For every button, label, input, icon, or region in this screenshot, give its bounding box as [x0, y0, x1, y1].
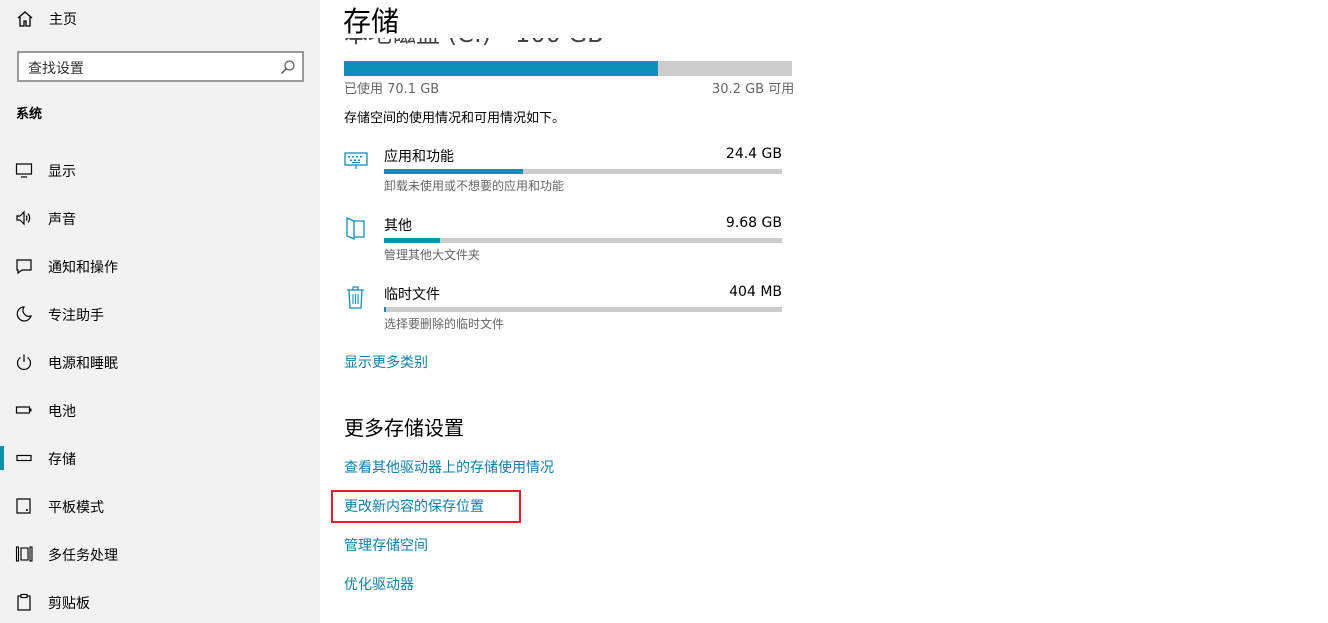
- category-name: 临时文件: [384, 287, 440, 303]
- sidebar-item-power-sleep[interactable]: 电源和睡眠: [0, 347, 320, 377]
- category-name: 应用和功能: [384, 149, 454, 165]
- home-label: 主页: [49, 12, 77, 28]
- sidebar-item-label: 平板模式: [48, 500, 104, 516]
- search-input[interactable]: 查找设置: [17, 51, 304, 82]
- sidebar-item-label: 通知和操作: [48, 260, 118, 276]
- category-other[interactable]: 其他 9.68 GB 管理其他大文件夹: [344, 215, 784, 275]
- page-title-container: 存储: [320, 0, 1020, 38]
- sidebar-item-label: 电池: [48, 404, 76, 420]
- keyboard-apps-icon: [344, 152, 368, 169]
- monitor-icon: [15, 163, 33, 178]
- power-icon: [16, 354, 32, 371]
- category-size: 404 MB: [729, 284, 782, 300]
- sidebar-item-focus-assist[interactable]: 专注助手: [0, 299, 320, 329]
- moon-icon: [16, 306, 32, 322]
- sidebar-item-label: 多任务处理: [48, 548, 118, 564]
- drive-usage-bar: [344, 61, 792, 76]
- sidebar-item-label: 声音: [48, 212, 76, 228]
- sidebar-item-label: 电源和睡眠: [48, 356, 118, 372]
- home-icon: [17, 11, 33, 27]
- sidebar-item-clipboard[interactable]: 剪贴板: [0, 587, 320, 617]
- show-more-categories-link[interactable]: 显示更多类别: [344, 352, 428, 372]
- category-apps-features[interactable]: 应用和功能 24.4 GB 卸载未使用或不想要的应用和功能: [344, 146, 784, 206]
- used-space-label: 已使用 70.1 GB: [344, 82, 440, 97]
- sidebar-item-notifications[interactable]: 通知和操作: [0, 251, 320, 281]
- drive-usage-fill: [344, 61, 658, 76]
- trash-icon: [347, 286, 364, 309]
- sidebar-item-battery[interactable]: 电池: [0, 395, 320, 425]
- clipboard-icon: [17, 593, 31, 611]
- folder-other-icon: [346, 217, 365, 240]
- notification-icon: [16, 259, 32, 275]
- manage-storage-spaces-link[interactable]: 管理存储空间: [344, 535, 428, 555]
- category-size: 9.68 GB: [725, 215, 782, 231]
- sidebar-item-multitasking[interactable]: 多任务处理: [0, 539, 320, 569]
- category-description: 管理其他大文件夹: [384, 248, 481, 262]
- change-save-location-link[interactable]: 更改新内容的保存位置: [344, 496, 484, 516]
- sidebar-item-tablet-mode[interactable]: 平板模式: [0, 491, 320, 521]
- sidebar-item-storage[interactable]: 存储: [0, 443, 320, 473]
- tablet-icon: [16, 498, 31, 514]
- category-usage-bar: [384, 307, 782, 312]
- storage-settings-pane: 本地磁盘 (C:) - 100 GB 存储 已使用 70.1 GB 30.2 G…: [320, 0, 1328, 623]
- storage-icon: [16, 454, 32, 462]
- category-description: 卸载未使用或不想要的应用和功能: [384, 179, 565, 193]
- settings-sidebar: 主页 查找设置 系统 显示 声音 通知和操作 专注助手 电源和睡眠 电池 存储 …: [0, 0, 320, 623]
- multitask-icon: [15, 546, 33, 562]
- sidebar-item-display[interactable]: 显示: [0, 155, 320, 185]
- category-temp-files[interactable]: 临时文件 404 MB 选择要删除的临时文件: [344, 284, 784, 344]
- section-label-system: 系统: [16, 107, 43, 122]
- search-placeholder: 查找设置: [28, 61, 84, 77]
- sidebar-item-sound[interactable]: 声音: [0, 203, 320, 233]
- optimize-drives-link[interactable]: 优化驱动器: [344, 574, 414, 594]
- sidebar-item-label: 存储: [48, 452, 76, 468]
- search-icon: [281, 60, 295, 74]
- speaker-icon: [16, 210, 31, 226]
- sidebar-item-label: 专注助手: [48, 308, 104, 324]
- battery-icon: [15, 406, 32, 414]
- page-title: 存储: [343, 5, 400, 38]
- category-description: 选择要删除的临时文件: [384, 317, 505, 331]
- active-indicator: [0, 446, 4, 470]
- category-usage-fill: [384, 169, 524, 174]
- more-storage-settings-heading: 更多存储设置: [344, 416, 464, 440]
- category-usage-bar: [384, 238, 782, 243]
- available-space-label: 30.2 GB 可用: [712, 82, 795, 97]
- home-nav-item[interactable]: 主页: [16, 9, 77, 29]
- storage-description: 存储空间的使用情况和可用情况如下。: [344, 111, 566, 126]
- sidebar-item-label: 剪贴板: [48, 596, 90, 612]
- category-size: 24.4 GB: [725, 146, 782, 162]
- category-usage-bar: [384, 169, 782, 174]
- view-other-drives-link[interactable]: 查看其他驱动器上的存储使用情况: [344, 457, 554, 477]
- category-usage-fill: [384, 238, 440, 243]
- category-name: 其他: [384, 218, 412, 234]
- sidebar-item-label: 显示: [48, 164, 76, 180]
- category-usage-fill: [384, 307, 387, 312]
